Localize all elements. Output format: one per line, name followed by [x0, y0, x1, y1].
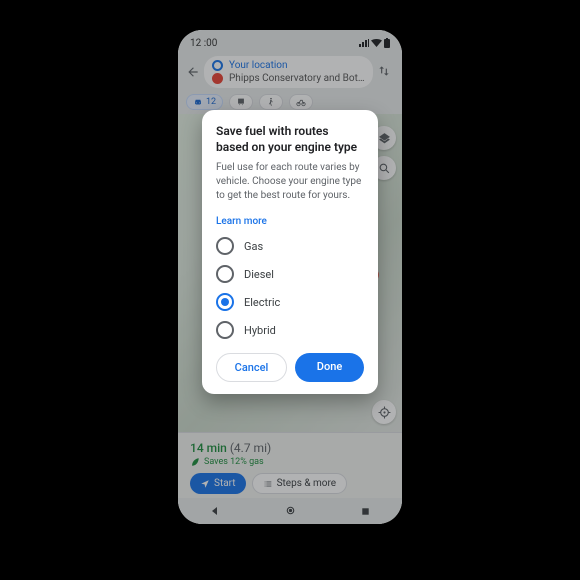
option-electric[interactable]: Electric [216, 293, 364, 311]
done-button[interactable]: Done [295, 353, 364, 382]
option-gas[interactable]: Gas [216, 237, 364, 255]
engine-type-dialog: Save fuel with routes based on your engi… [202, 110, 378, 394]
radio-icon [216, 321, 234, 339]
phone-frame: 12 :00 Your location [170, 22, 410, 532]
dialog-title: Save fuel with routes based on your engi… [216, 124, 364, 155]
radio-icon [216, 265, 234, 283]
option-label: Hybrid [244, 324, 276, 337]
engine-options: Gas Diesel Electric Hybrid [216, 237, 364, 339]
option-label: Diesel [244, 268, 274, 281]
cancel-button[interactable]: Cancel [216, 353, 287, 382]
option-diesel[interactable]: Diesel [216, 265, 364, 283]
option-label: Gas [244, 240, 263, 253]
screen: 12 :00 Your location [178, 30, 402, 524]
option-label: Electric [244, 296, 280, 309]
dialog-body: Fuel use for each route varies by vehicl… [216, 161, 364, 203]
radio-icon [216, 293, 234, 311]
radio-icon [216, 237, 234, 255]
option-hybrid[interactable]: Hybrid [216, 321, 364, 339]
learn-more-link[interactable]: Learn more [216, 216, 267, 227]
